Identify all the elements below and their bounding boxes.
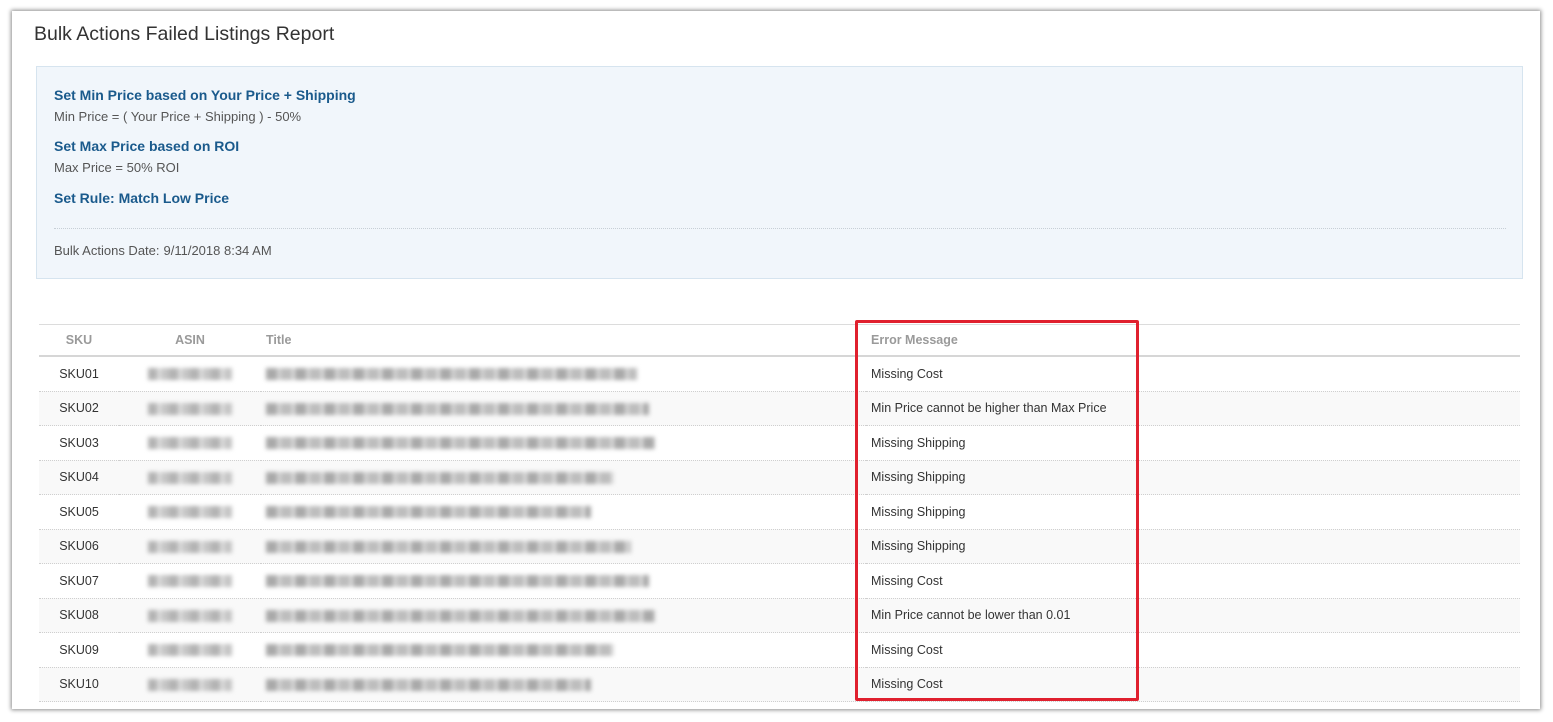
- redacted-asin: [148, 540, 232, 553]
- redacted-asin: [148, 644, 232, 657]
- failed-listings-table: SKU ASIN Title Error Message SKU01 Missin…: [39, 324, 1520, 702]
- redacted-asin: [148, 402, 232, 415]
- error-message-cell: Min Price cannot be lower than 0.01: [866, 598, 1520, 633]
- column-header-asin[interactable]: ASIN: [119, 324, 261, 357]
- error-message-cell: Missing Shipping: [866, 529, 1520, 564]
- sku-cell: SKU06: [39, 529, 119, 564]
- asin-cell: [119, 563, 261, 599]
- table-row[interactable]: SKU07 Missing Cost: [39, 563, 1520, 599]
- sku-cell: SKU01: [39, 356, 119, 392]
- sku-cell: SKU04: [39, 460, 119, 495]
- column-header-sku[interactable]: SKU: [39, 324, 119, 357]
- rule-min-price-title: Set Min Price based on Your Price + Ship…: [54, 87, 356, 103]
- title-cell: [261, 632, 866, 668]
- bulk-date-label: Bulk Actions Date:: [54, 243, 160, 258]
- error-message-cell: Missing Cost: [866, 667, 1520, 702]
- redacted-asin: [148, 575, 232, 588]
- redacted-title: [266, 678, 591, 691]
- rule-max-price-title: Set Max Price based on ROI: [54, 138, 240, 154]
- asin-cell: [119, 598, 261, 633]
- table-row[interactable]: SKU05 Missing Shipping: [39, 494, 1520, 530]
- table-row[interactable]: SKU03 Missing Shipping: [39, 425, 1520, 461]
- asin-cell: [119, 494, 261, 530]
- sku-cell: SKU03: [39, 425, 119, 461]
- table-row[interactable]: SKU08 Min Price cannot be lower than 0.01: [39, 598, 1520, 633]
- redacted-title: [266, 644, 614, 657]
- sku-cell: SKU08: [39, 598, 119, 633]
- sku-cell: SKU07: [39, 563, 119, 599]
- error-message-cell: Missing Cost: [866, 632, 1520, 668]
- rule-max-price-formula: Max Price = 50% ROI: [54, 160, 180, 175]
- redacted-title: [266, 402, 649, 415]
- asin-cell: [119, 667, 261, 702]
- redacted-title: [266, 368, 637, 381]
- bulk-action-summary: Set Min Price based on Your Price + Ship…: [36, 66, 1523, 279]
- asin-cell: [119, 356, 261, 392]
- asin-cell: [119, 529, 261, 564]
- error-message-cell: Missing Cost: [866, 563, 1520, 599]
- table-body: SKU01 Missing Cost SKU02 Min Price cannot b…: [39, 356, 1520, 702]
- redacted-title: [266, 540, 631, 553]
- column-header-title[interactable]: Title: [261, 324, 866, 357]
- redacted-title: [266, 506, 591, 519]
- error-message-cell: Missing Cost: [866, 356, 1520, 392]
- title-cell: [261, 356, 866, 392]
- redacted-asin: [148, 506, 232, 519]
- table-row[interactable]: SKU01 Missing Cost: [39, 356, 1520, 392]
- redacted-asin: [148, 437, 232, 450]
- sku-cell: SKU09: [39, 632, 119, 668]
- redacted-asin: [148, 609, 232, 622]
- asin-cell: [119, 632, 261, 668]
- failed-listings-table-wrap: SKU ASIN Title Error Message SKU01 Missin…: [39, 324, 1520, 702]
- sku-cell: SKU10: [39, 667, 119, 702]
- rule-min-price-formula: Min Price = ( Your Price + Shipping ) - …: [54, 109, 302, 124]
- title-cell: [261, 494, 866, 530]
- sku-cell: SKU02: [39, 391, 119, 426]
- rule-match-low-price-title: Set Rule: Match Low Price: [54, 190, 230, 206]
- summary-divider: [54, 228, 1506, 229]
- redacted-title: [266, 575, 649, 588]
- redacted-title: [266, 471, 614, 484]
- error-message-cell: Missing Shipping: [866, 494, 1520, 530]
- table-header-row: SKU ASIN Title Error Message: [39, 324, 1520, 357]
- title-cell: [261, 529, 866, 564]
- table-row[interactable]: SKU04 Missing Shipping: [39, 460, 1520, 495]
- bulk-date-value: 9/11/2018 8:34 AM: [163, 243, 272, 258]
- redacted-asin: [148, 471, 232, 484]
- column-header-error-message[interactable]: Error Message: [866, 324, 1520, 357]
- sku-cell: SKU05: [39, 494, 119, 530]
- asin-cell: [119, 460, 261, 495]
- table-row[interactable]: SKU06 Missing Shipping: [39, 529, 1520, 564]
- redacted-asin: [148, 368, 232, 381]
- redacted-asin: [148, 678, 232, 691]
- table-row[interactable]: SKU09 Missing Cost: [39, 632, 1520, 668]
- title-cell: [261, 667, 866, 702]
- redacted-title: [266, 437, 655, 450]
- title-cell: [261, 598, 866, 633]
- title-cell: [261, 391, 866, 426]
- bulk-actions-date: Bulk Actions Date: 9/11/2018 8:34 AM: [54, 243, 276, 258]
- asin-cell: [119, 425, 261, 461]
- table-row[interactable]: SKU10 Missing Cost: [39, 667, 1520, 702]
- title-cell: [261, 563, 866, 599]
- error-message-cell: Min Price cannot be higher than Max Pric…: [866, 391, 1520, 426]
- table-row[interactable]: SKU02 Min Price cannot be higher than Max…: [39, 391, 1520, 426]
- title-cell: [261, 460, 866, 495]
- error-message-cell: Missing Shipping: [866, 460, 1520, 495]
- page-title: Bulk Actions Failed Listings Report: [34, 23, 335, 45]
- report-window: Bulk Actions Failed Listings Report Set …: [12, 11, 1540, 709]
- title-cell: [261, 425, 866, 461]
- redacted-title: [266, 609, 655, 622]
- asin-cell: [119, 391, 261, 426]
- error-message-cell: Missing Shipping: [866, 425, 1520, 461]
